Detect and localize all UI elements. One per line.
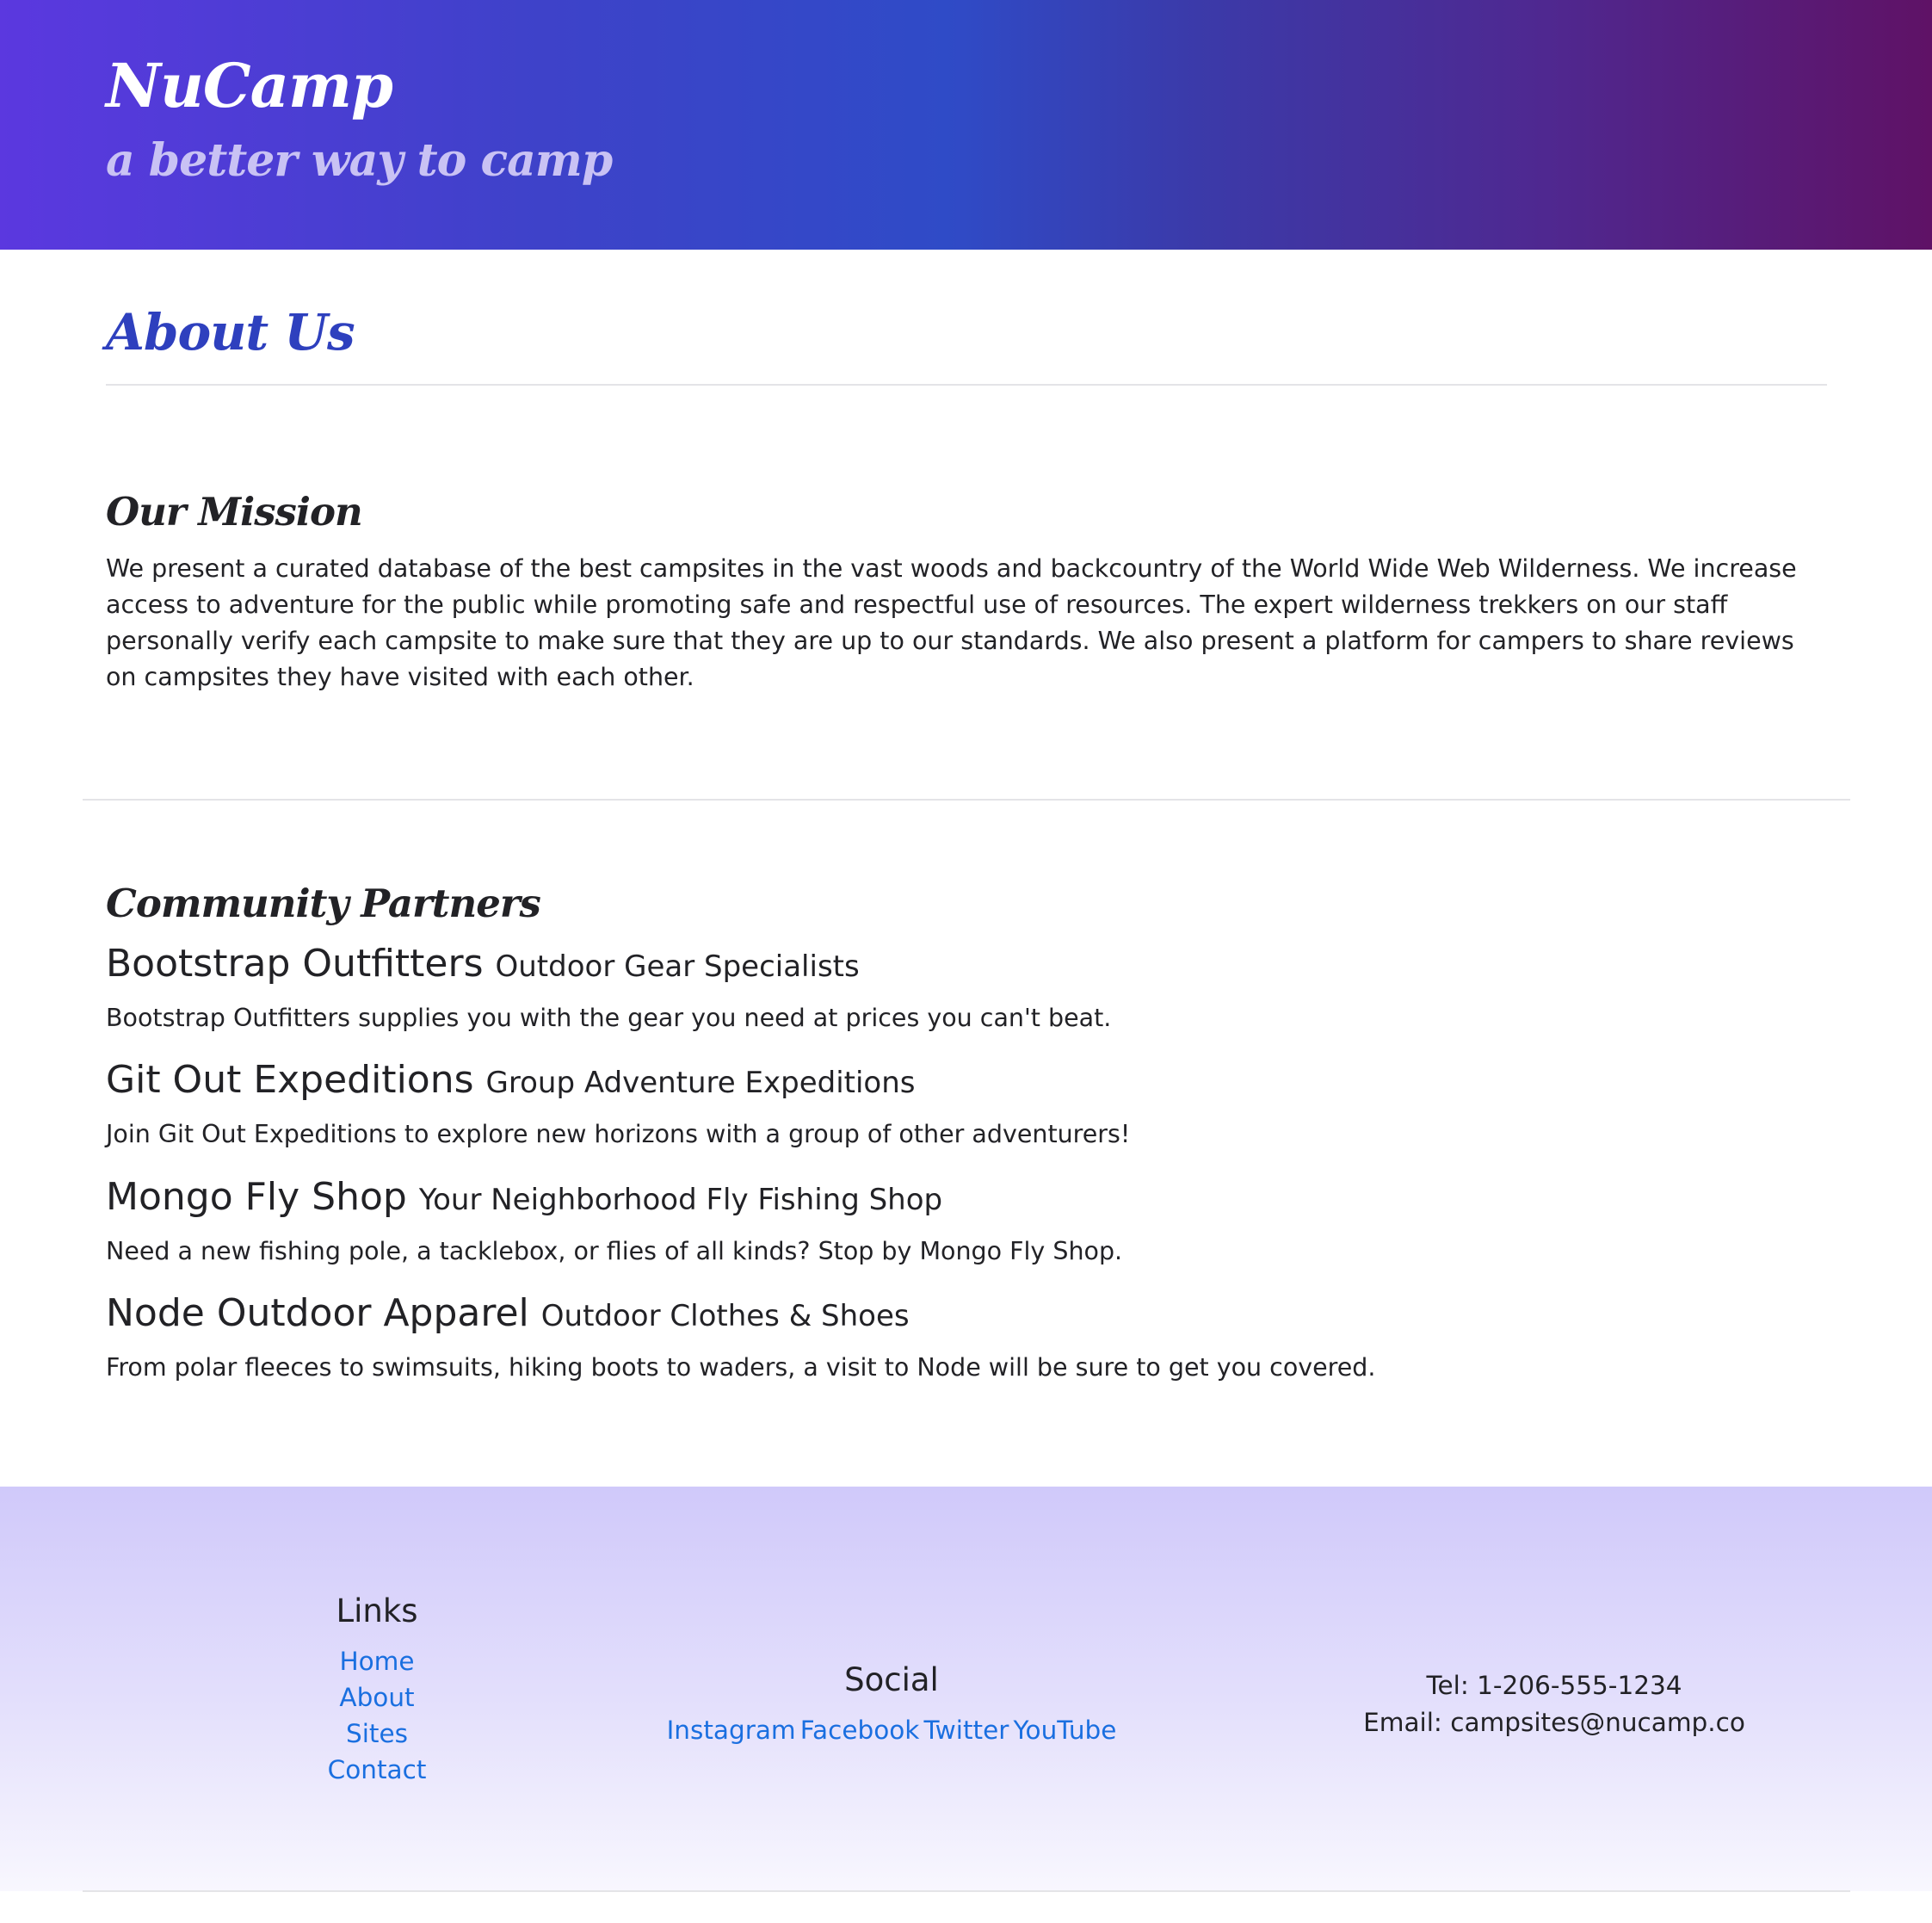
mission-heading: Our Mission [106, 489, 363, 535]
partner-heading: Mongo Fly Shop Your Neighborhood Fly Fis… [106, 1172, 1827, 1226]
header-jumbotron: NuCamp a better way to camp [0, 0, 1932, 250]
contact-email: Email: campsites@nucamp.co [1363, 1708, 1745, 1737]
footer-link-about[interactable]: About [248, 1679, 506, 1716]
title-divider [106, 384, 1827, 386]
footer-link-contact[interactable]: Contact [248, 1752, 506, 1788]
partner-description: Join Git Out Expeditions to explore new … [106, 1120, 1131, 1148]
page-title: About Us [106, 303, 355, 362]
footer-links-heading: Links [336, 1592, 418, 1629]
partner-subtitle: Outdoor Clothes & Shoes [540, 1299, 910, 1333]
footer-link-home[interactable]: Home [248, 1643, 506, 1679]
footer-bottom-divider [83, 1890, 1850, 1892]
social-links: Instagram Facebook Twitter YouTube [633, 1712, 1150, 1748]
social-link-facebook[interactable]: Facebook [800, 1716, 920, 1745]
brand-title: NuCamp [106, 50, 393, 121]
footer-links-column: Links Home About Sites Contact [248, 1590, 506, 1788]
partner-description: From polar fleeces to swimsuits, hiking … [106, 1353, 1376, 1382]
footer-contact-column: Tel: 1-206-555-1234 Email: campsites@nuc… [1296, 1667, 1812, 1741]
partner-heading: Git Out Expeditions Group Adventure Expe… [106, 1054, 1827, 1109]
partner-heading: Bootstrap Outfitters Outdoor Gear Specia… [106, 938, 1827, 992]
section-divider [83, 799, 1850, 801]
partner-description: Need a new fishing pole, a tacklebox, or… [106, 1237, 1123, 1265]
social-link-youtube[interactable]: YouTube [1013, 1716, 1116, 1745]
partner-name: Mongo Fly Shop [106, 1175, 407, 1219]
partner-heading: Node Outdoor Apparel Outdoor Clothes & S… [106, 1288, 1827, 1342]
partner-node-outdoor-apparel: Node Outdoor Apparel Outdoor Clothes & S… [106, 1288, 1827, 1385]
brand-tagline: a better way to camp [106, 134, 613, 187]
partner-mongo-fly-shop: Mongo Fly Shop Your Neighborhood Fly Fis… [106, 1172, 1827, 1269]
partner-name: Node Outdoor Apparel [106, 1291, 529, 1335]
partner-git-out-expeditions: Git Out Expeditions Group Adventure Expe… [106, 1054, 1827, 1152]
partner-subtitle: Your Neighborhood Fly Fishing Shop [418, 1183, 943, 1217]
social-link-twitter[interactable]: Twitter [923, 1716, 1009, 1745]
social-link-instagram[interactable]: Instagram [667, 1716, 796, 1745]
footer-social-heading: Social [844, 1661, 939, 1698]
site-footer: Links Home About Sites Contact Social In… [0, 1487, 1932, 1891]
partner-description: Bootstrap Outfitters supplies you with t… [106, 1004, 1112, 1032]
footer-social-column: Social Instagram Facebook Twitter YouTub… [633, 1659, 1150, 1748]
partner-name: Bootstrap Outfitters [106, 942, 484, 986]
partner-subtitle: Outdoor Gear Specialists [495, 949, 860, 984]
mission-text: We present a curated database of the bes… [106, 554, 1797, 691]
partner-name: Git Out Expeditions [106, 1058, 474, 1102]
partner-subtitle: Group Adventure Expeditions [485, 1066, 916, 1100]
contact-phone: Tel: 1-206-555-1234 [1426, 1671, 1682, 1700]
footer-link-sites[interactable]: Sites [248, 1716, 506, 1752]
partner-bootstrap-outfitters: Bootstrap Outfitters Outdoor Gear Specia… [106, 938, 1827, 1036]
partners-heading: Community Partners [106, 881, 541, 926]
